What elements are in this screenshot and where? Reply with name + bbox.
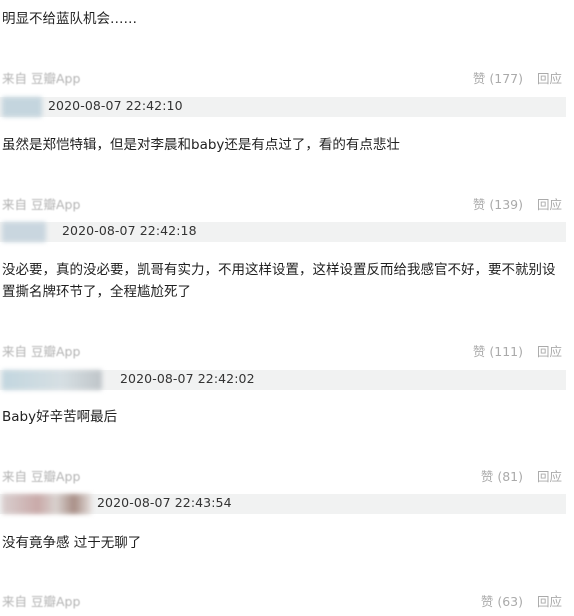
like-button[interactable]: 赞 (139) xyxy=(473,197,523,212)
user-bar: 2020-08-07 22:42:02 xyxy=(0,370,566,390)
comment-text: Baby好辛苦啊最后 xyxy=(2,409,118,425)
comment-source: 来自 豆瓣App xyxy=(2,469,81,484)
reply-button[interactable]: 回应 xyxy=(537,71,562,86)
comment-timestamp: 2020-08-07 22:42:18 xyxy=(62,223,197,238)
avatar[interactable] xyxy=(2,222,46,242)
like-button[interactable]: 赞 (177) xyxy=(473,71,523,86)
like-button[interactable]: 赞 (63) xyxy=(481,594,523,609)
comment-source: 来自 豆瓣App xyxy=(2,71,81,86)
user-bar: 2020-08-07 22:42:10 xyxy=(0,97,566,117)
comment-source: 来自 豆瓣App xyxy=(2,344,81,359)
comment-text: 虽然是郑恺特辑，但是对李晨和baby还是有点过了，看的有点悲壮 xyxy=(2,137,400,153)
comment-meta: 来自 豆瓣App 赞 (63) 回应 xyxy=(0,591,574,611)
reply-button[interactable]: 回应 xyxy=(537,469,562,484)
reply-button[interactable]: 回应 xyxy=(537,197,562,212)
like-button[interactable]: 赞 (111) xyxy=(473,344,523,359)
comment-meta: 来自 豆瓣App 赞 (177) 回应 xyxy=(0,68,574,88)
reply-button[interactable]: 回应 xyxy=(537,344,562,359)
comment-text: 明显不给蓝队机会…… xyxy=(2,11,137,27)
comment-source: 来自 豆瓣App xyxy=(2,594,81,609)
comment-meta: 来自 豆瓣App 赞 (111) 回应 xyxy=(0,341,574,361)
comment-text: 没必要，真的没必要，凯哥有实力，不用这样设置，这样设置反而给我感官不好，要不就别… xyxy=(2,262,556,300)
like-button[interactable]: 赞 (81) xyxy=(481,469,523,484)
user-bar: 2020-08-07 22:42:18 xyxy=(0,222,566,242)
avatar[interactable] xyxy=(2,370,102,390)
reply-button[interactable]: 回应 xyxy=(537,594,562,609)
comment-timestamp: 2020-08-07 22:42:02 xyxy=(120,371,255,386)
avatar[interactable] xyxy=(2,494,92,514)
comment-meta: 来自 豆瓣App 赞 (81) 回应 xyxy=(0,466,574,486)
avatar[interactable] xyxy=(2,97,42,117)
user-bar: 2020-08-07 22:43:54 xyxy=(0,494,566,514)
comment-timestamp: 2020-08-07 22:42:10 xyxy=(48,98,183,113)
comment-timestamp: 2020-08-07 22:43:54 xyxy=(97,495,232,510)
comment-source: 来自 豆瓣App xyxy=(2,197,81,212)
comment-text: 没有竟争感 过于无聊了 xyxy=(2,535,142,551)
comment-meta: 来自 豆瓣App 赞 (139) 回应 xyxy=(0,194,574,214)
